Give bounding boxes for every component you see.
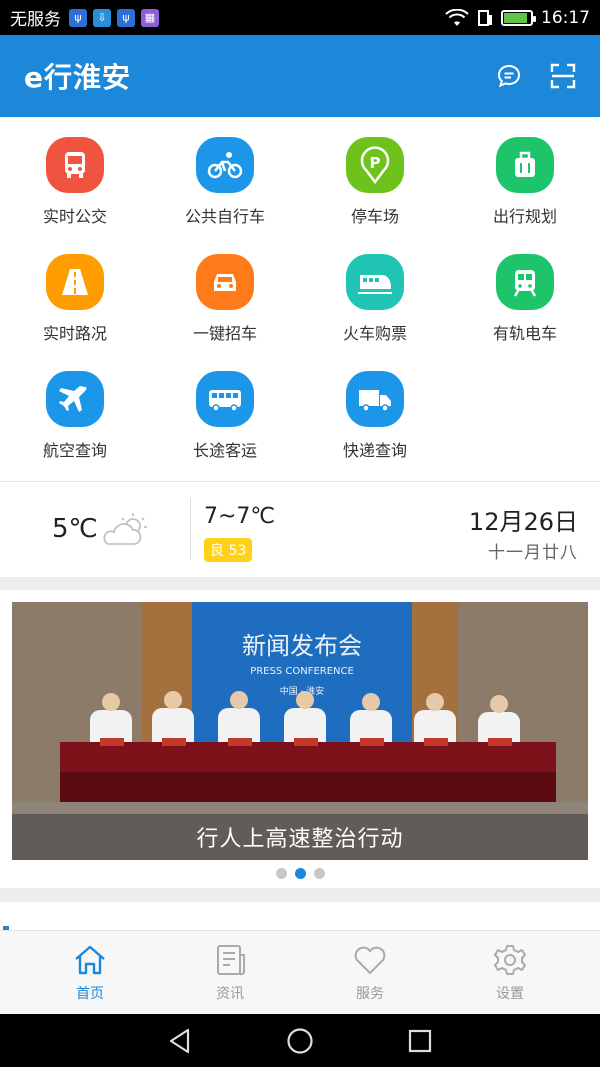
tab-label: 首页 bbox=[76, 985, 104, 1002]
bus-icon bbox=[46, 137, 104, 193]
next-section-header bbox=[0, 902, 600, 932]
grid-item-realtime-bus[interactable]: 实时公交 bbox=[0, 117, 150, 227]
grid-item-tram[interactable]: 有轨电车 bbox=[450, 234, 600, 344]
news-carousel: 新闻发布会 PRESS CONFERENCE 中国 · 淮安 行人上高速整治行动 bbox=[0, 590, 600, 888]
tab-label: 资讯 bbox=[216, 985, 244, 1002]
news-icon bbox=[217, 944, 245, 975]
wifi-icon bbox=[445, 8, 469, 26]
parking-icon: P bbox=[346, 137, 404, 193]
home-circle-icon[interactable] bbox=[286, 1027, 314, 1055]
grid-item-label: 公共自行车 bbox=[184, 207, 265, 226]
scan-icon[interactable] bbox=[550, 63, 576, 89]
backdrop-subtitle: PRESS CONFERENCE bbox=[250, 666, 354, 677]
tab-home[interactable]: 首页 bbox=[20, 931, 160, 1014]
train-icon bbox=[346, 254, 404, 310]
grid-item-label: 快递查询 bbox=[342, 441, 407, 460]
download-icon: ⇩ bbox=[93, 8, 111, 27]
grid-item-train-tickets[interactable]: 火车购票 bbox=[300, 234, 450, 344]
tab-label: 服务 bbox=[356, 985, 384, 1002]
section-separator bbox=[0, 888, 600, 902]
grid-item-label: 一键招车 bbox=[192, 324, 257, 343]
back-icon[interactable] bbox=[166, 1027, 194, 1055]
road-icon bbox=[46, 254, 104, 310]
tram-icon bbox=[496, 254, 554, 310]
system-navigation-bar bbox=[0, 1014, 600, 1067]
weather-divider bbox=[190, 498, 191, 560]
settings-icon bbox=[494, 944, 526, 975]
backdrop-title: 新闻发布会 bbox=[242, 632, 362, 660]
app-header: e行淮安 bbox=[0, 35, 600, 117]
keyboard-icon: ▦ bbox=[141, 8, 159, 27]
carousel-indicator bbox=[0, 868, 600, 879]
carousel-dot[interactable] bbox=[275, 868, 287, 879]
tab-news[interactable]: 资讯 bbox=[160, 931, 300, 1014]
feature-grid: 实时公交 公共自行车 P 停车场 出行规划 实时路况 一键招车 火车购票 有轨电… bbox=[0, 117, 600, 481]
luggage-icon bbox=[496, 137, 554, 193]
taxi-icon bbox=[196, 254, 254, 310]
carousel-dot[interactable] bbox=[313, 868, 325, 879]
grid-item-label: 停车场 bbox=[350, 207, 399, 226]
home-icon bbox=[75, 945, 105, 974]
grid-item-public-bicycle[interactable]: 公共自行车 bbox=[150, 117, 300, 227]
clock: 16:17 bbox=[541, 7, 590, 28]
usb-icon: ψ bbox=[69, 8, 87, 27]
bicycle-icon bbox=[196, 137, 254, 193]
current-temperature: 5℃ bbox=[52, 514, 98, 544]
grid-item-label: 有轨电车 bbox=[492, 324, 557, 343]
carousel-dot-active[interactable] bbox=[294, 868, 306, 879]
grid-item-label: 出行规划 bbox=[492, 207, 557, 226]
grid-item-label: 实时公交 bbox=[42, 207, 107, 226]
airplane-icon bbox=[46, 371, 104, 427]
tab-settings[interactable]: 设置 bbox=[440, 931, 580, 1014]
tab-label: 设置 bbox=[496, 985, 524, 1002]
grid-item-label: 实时路况 bbox=[42, 324, 107, 343]
grid-item-label: 航空查询 bbox=[42, 441, 107, 460]
date: 12月26日 bbox=[468, 508, 578, 536]
grid-item-label: 长途客运 bbox=[192, 441, 257, 460]
weather-widget[interactable]: 5℃ 7~7℃ 良 53 12月26日 十一月廿八 bbox=[0, 481, 600, 577]
grid-item-express-delivery[interactable]: 快递查询 bbox=[300, 351, 450, 461]
sim-icon bbox=[478, 9, 492, 26]
bottom-navigation: 首页 资讯 服务 设置 bbox=[0, 930, 600, 1014]
partly-cloudy-icon bbox=[103, 513, 147, 545]
section-separator bbox=[0, 577, 600, 590]
delivery-truck-icon bbox=[346, 371, 404, 427]
usb-icon: ψ bbox=[117, 8, 135, 27]
grid-item-parking[interactable]: P 停车场 bbox=[300, 117, 450, 227]
carousel-slide[interactable]: 新闻发布会 PRESS CONFERENCE 中国 · 淮安 行人上高速整治行动 bbox=[12, 602, 588, 860]
grid-item-label: 火车购票 bbox=[342, 324, 407, 343]
app-title: e行淮安 bbox=[24, 61, 131, 94]
carrier-label: 无服务 bbox=[10, 10, 61, 30]
status-bar: 无服务 ψ ⇩ ψ ▦ 16:17 bbox=[0, 0, 600, 35]
message-icon[interactable] bbox=[496, 63, 522, 89]
grid-item-hail-taxi[interactable]: 一键招车 bbox=[150, 234, 300, 344]
grid-item-flights[interactable]: 航空查询 bbox=[0, 351, 150, 461]
grid-item-trip-planning[interactable]: 出行规划 bbox=[450, 117, 600, 227]
svg-text:P: P bbox=[370, 154, 381, 172]
tab-services[interactable]: 服务 bbox=[300, 931, 440, 1014]
grid-item-long-distance-bus[interactable]: 长途客运 bbox=[150, 351, 300, 461]
coach-icon bbox=[196, 371, 254, 427]
battery-icon bbox=[501, 9, 536, 26]
grid-item-traffic[interactable]: 实时路况 bbox=[0, 234, 150, 344]
lunar-date: 十一月廿八 bbox=[488, 543, 578, 563]
temperature-range: 7~7℃ bbox=[204, 504, 276, 529]
heart-icon bbox=[354, 946, 386, 974]
air-quality-badge: 良 53 bbox=[204, 538, 253, 562]
slide-caption: 行人上高速整治行动 bbox=[12, 814, 588, 860]
recents-icon[interactable] bbox=[406, 1027, 434, 1055]
